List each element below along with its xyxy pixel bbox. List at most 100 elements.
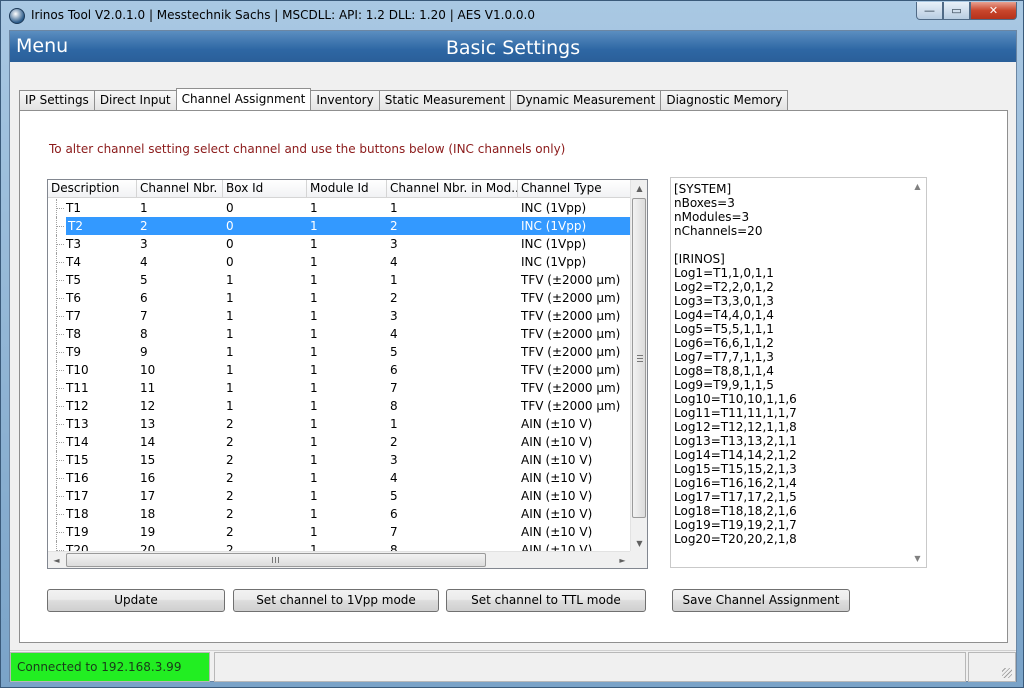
table-row[interactable]: T1 1 0 1 1 INC (1Vpp) bbox=[48, 199, 631, 217]
table-row[interactable]: T17 17 2 1 5 AIN (±10 V) bbox=[48, 487, 631, 505]
tab-static-measurement[interactable]: Static Measurement bbox=[379, 90, 512, 110]
table-row[interactable]: T5 5 1 1 1 TFV (±2000 µm) bbox=[48, 271, 631, 289]
table-cell: 1 bbox=[310, 507, 318, 521]
tree-line bbox=[57, 460, 64, 461]
table-cell: 2 bbox=[137, 217, 223, 235]
update-button[interactable]: Update bbox=[47, 589, 225, 612]
save-channel-assignment-button[interactable]: Save Channel Assignment bbox=[672, 589, 850, 612]
tree-line bbox=[57, 442, 64, 443]
table-cell: 2 bbox=[226, 489, 234, 503]
table-cell: 2 bbox=[390, 435, 398, 449]
cell-text: T10 bbox=[66, 363, 89, 377]
table-row[interactable]: T4 4 0 1 4 INC (1Vpp) bbox=[48, 253, 631, 271]
table-cell: 14 bbox=[140, 435, 156, 449]
status-panel bbox=[214, 652, 966, 682]
tab-diagnostic-memory[interactable]: Diagnostic Memory bbox=[661, 90, 789, 110]
table-cell: 3 bbox=[140, 237, 148, 251]
table-cell: T16 bbox=[48, 469, 137, 487]
minimize-button[interactable]: — bbox=[916, 2, 943, 20]
table-row[interactable]: T3 3 0 1 3 INC (1Vpp) bbox=[48, 235, 631, 253]
scroll-down-icon[interactable]: ▼ bbox=[631, 535, 647, 552]
tab-channel-assignment[interactable]: Channel Assignment bbox=[175, 88, 312, 111]
tree-line bbox=[57, 424, 64, 425]
page-title: Basic Settings bbox=[445, 37, 581, 59]
table-row[interactable]: T7 7 1 1 3 TFV (±2000 µm) bbox=[48, 307, 631, 325]
table-cell: 1 bbox=[226, 345, 234, 359]
table-cell: TFV (±2000 µm) bbox=[521, 345, 621, 359]
table-cell: 0 bbox=[226, 255, 234, 269]
scroll-corner bbox=[630, 551, 647, 568]
tab-ip-settings[interactable]: IP Settings bbox=[19, 90, 95, 110]
column-header-box-id[interactable]: Box Id bbox=[223, 180, 307, 198]
table-cell: T8 bbox=[48, 325, 137, 343]
cell-text: T12 bbox=[66, 399, 89, 413]
table-row[interactable]: T16 16 2 1 4 AIN (±10 V) bbox=[48, 469, 631, 487]
table-cell: 1 bbox=[310, 399, 318, 413]
scroll-right-icon[interactable]: ► bbox=[614, 552, 631, 568]
table-cell: 1 bbox=[226, 273, 234, 287]
table-header: Description Channel Nbr. Box Id Module I… bbox=[48, 180, 631, 198]
table-row[interactable]: T6 6 1 1 2 TFV (±2000 µm) bbox=[48, 289, 631, 307]
close-button[interactable]: ✕ bbox=[970, 2, 1017, 20]
scroll-up-icon[interactable]: ▲ bbox=[909, 178, 926, 195]
table-cell: INC (1Vpp) bbox=[521, 201, 587, 215]
table-row[interactable]: T9 9 1 1 5 TFV (±2000 µm) bbox=[48, 343, 631, 361]
cell-text: T9 bbox=[66, 345, 81, 359]
table-cell: 6 bbox=[390, 363, 398, 377]
table-horizontal-scrollbar[interactable]: ◄ ► bbox=[48, 551, 631, 568]
tab-dynamic-measurement[interactable]: Dynamic Measurement bbox=[511, 90, 662, 110]
tree-line bbox=[57, 280, 64, 281]
table-row[interactable]: T8 8 1 1 4 TFV (±2000 µm) bbox=[48, 325, 631, 343]
vertical-scroll-thumb[interactable] bbox=[632, 198, 646, 518]
channel-table[interactable]: Description Channel Nbr. Box Id Module I… bbox=[47, 179, 648, 569]
textbox-vertical-scrollbar[interactable]: ▲ ▼ bbox=[909, 178, 926, 567]
table-cell: 1 bbox=[226, 327, 234, 341]
table-cell: 1 bbox=[310, 291, 318, 305]
column-header-description[interactable]: Description bbox=[48, 180, 137, 198]
table-row[interactable]: T13 13 2 1 1 AIN (±10 V) bbox=[48, 415, 631, 433]
table-row[interactable]: T19 19 2 1 7 AIN (±10 V) bbox=[48, 523, 631, 541]
scroll-up-icon[interactable]: ▲ bbox=[631, 180, 647, 197]
table-row[interactable]: T11 11 1 1 7 TFV (±2000 µm) bbox=[48, 379, 631, 397]
table-cell: 7 bbox=[390, 525, 398, 539]
table-cell: AIN (±10 V) bbox=[521, 489, 593, 503]
table-row[interactable]: T12 12 1 1 8 TFV (±2000 µm) bbox=[48, 397, 631, 415]
column-header-channel-nbr[interactable]: Channel Nbr. bbox=[137, 180, 223, 198]
table-row[interactable]: T14 14 2 1 2 AIN (±10 V) bbox=[48, 433, 631, 451]
column-header-module-id[interactable]: Module Id bbox=[307, 180, 387, 198]
scroll-down-icon[interactable]: ▼ bbox=[909, 550, 926, 567]
tree-line bbox=[57, 496, 64, 497]
table-cell: AIN (±10 V) bbox=[521, 507, 593, 521]
table-row[interactable]: T15 15 2 1 3 AIN (±10 V) bbox=[48, 451, 631, 469]
table-cell: 4 bbox=[390, 255, 398, 269]
close-icon: ✕ bbox=[988, 4, 999, 17]
title-bar[interactable]: Irinos Tool V2.0.1.0 | Messtechnik Sachs… bbox=[1, 1, 1023, 29]
maximize-button[interactable]: ▭ bbox=[943, 2, 970, 20]
table-row[interactable]: T2 2 0 1 2 INC (1Vpp) bbox=[48, 217, 631, 235]
column-header-channel-type[interactable]: Channel Type bbox=[518, 180, 631, 198]
table-cell: 1 bbox=[390, 417, 398, 431]
table-row[interactable]: T10 10 1 1 6 TFV (±2000 µm) bbox=[48, 361, 631, 379]
window-title: Irinos Tool V2.0.1.0 | Messtechnik Sachs… bbox=[31, 8, 535, 22]
table-vertical-scrollbar[interactable]: ▲ ▼ bbox=[630, 180, 647, 552]
table-cell: AIN (±10 V) bbox=[521, 453, 593, 467]
caption-buttons: — ▭ ✕ bbox=[916, 2, 1017, 20]
table-cell: TFV (±2000 µm) bbox=[521, 291, 621, 305]
status-bar: Connected to 192.168.3.99 bbox=[10, 650, 1016, 682]
horizontal-scroll-thumb[interactable] bbox=[66, 553, 486, 567]
table-cell: 1 bbox=[310, 435, 318, 449]
tab-direct-input[interactable]: Direct Input bbox=[94, 90, 177, 110]
table-cell: 6 bbox=[140, 291, 148, 305]
cell-text: T11 bbox=[66, 381, 89, 395]
column-header-channel-in-module[interactable]: Channel Nbr. in Mod... bbox=[387, 180, 518, 198]
table-cell: 2 bbox=[226, 471, 234, 485]
tree-line bbox=[57, 262, 64, 263]
set-1vpp-button[interactable]: Set channel to 1Vpp mode bbox=[233, 589, 439, 612]
table-row[interactable]: T18 18 2 1 6 AIN (±10 V) bbox=[48, 505, 631, 523]
resize-grip-icon[interactable] bbox=[1002, 668, 1012, 678]
table-cell: 2 bbox=[226, 417, 234, 431]
configuration-textbox[interactable]: [SYSTEM] nBoxes=3 nModules=3 nChannels=2… bbox=[670, 177, 927, 568]
set-ttl-button[interactable]: Set channel to TTL mode bbox=[446, 589, 646, 612]
scroll-left-icon[interactable]: ◄ bbox=[48, 552, 65, 568]
tab-inventory[interactable]: Inventory bbox=[311, 90, 380, 110]
